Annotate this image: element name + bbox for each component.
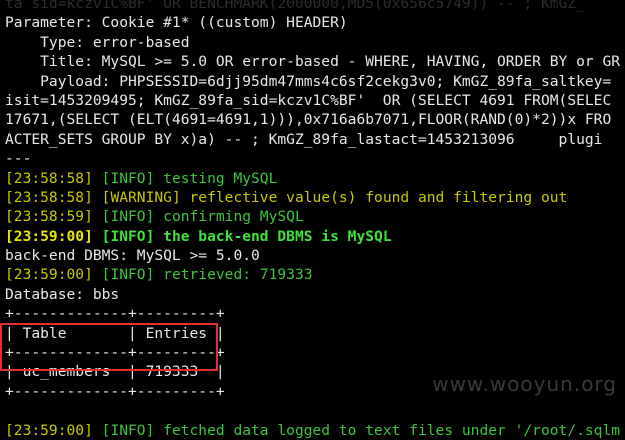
terminal-text-segment: isit=1453209495; KmGZ_89fa_sid=kczv1C%BF… xyxy=(5,91,612,109)
terminal-line: isit=1453209495; KmGZ_89fa_sid=kczv1C%BF… xyxy=(5,91,625,110)
terminal-text-segment: ACTER_SETS GROUP BY x)a) -- ; KmGZ_89fa_… xyxy=(5,130,603,148)
terminal-text-segment: Type: error-based xyxy=(5,33,190,51)
terminal-line: Payload: PHPSESSID=6djj95dm47mms4c6sf2ce… xyxy=(5,72,625,91)
terminal-line: [23:58:58] [INFO] testing MySQL xyxy=(5,169,625,188)
terminal-text-segment: [INFO] xyxy=(101,266,155,284)
terminal-text-segment: Title: MySQL >= 5.0 OR error-based - WHE… xyxy=(5,53,621,71)
terminal-text-segment: [WARNING] xyxy=(101,188,181,206)
terminal-text-segment: [23:59:00] xyxy=(5,421,102,439)
terminal-line: +-------------+---------+ xyxy=(5,304,625,323)
terminal-line: ta sid=kczv1C%BF' OR BENCHMARK(2000000,M… xyxy=(5,0,625,13)
terminal-text-segment: Database: bbs xyxy=(5,285,120,303)
terminal-line: [23:58:59] [INFO] confirming MySQL xyxy=(5,207,625,226)
result-highlight-box xyxy=(0,323,218,371)
terminal-text-segment: [INFO] the back-end DBMS is MySQL xyxy=(101,227,392,245)
terminal-line: 17671,(SELECT (ELT(4691=4691,1))),0x716a… xyxy=(5,110,625,129)
terminal-text-segment: [23:58:58] xyxy=(5,188,102,206)
terminal-line: Database: bbs xyxy=(5,285,625,304)
terminal-text-segment: [23:58:58] xyxy=(5,169,102,187)
terminal-line: Parameter: Cookie #1* ((custom) HEADER) xyxy=(5,13,625,32)
terminal-text-segment: [INFO] xyxy=(101,208,155,226)
terminal-text-segment: back-end DBMS: MySQL >= 5.0.0 xyxy=(5,247,260,265)
terminal-line: [23:59:00] [INFO] the back-end DBMS is M… xyxy=(5,227,625,246)
terminal-text-segment: Parameter: Cookie #1* ((custom) HEADER) xyxy=(5,14,348,32)
watermark: www.wooyun.org xyxy=(432,372,617,396)
terminal-text-segment: [INFO] xyxy=(101,421,155,439)
terminal-text-segment: [INFO] xyxy=(101,169,155,187)
terminal-text-segment: reflective value(s) found and filtering … xyxy=(180,188,568,206)
terminal-text-segment: retrieved: 719333 xyxy=(154,266,313,284)
terminal-text-segment: [23:59:00] xyxy=(5,227,102,245)
terminal-text-segment: +-------------+---------+ xyxy=(5,382,225,400)
terminal-line: [23:59:00] [INFO] fetched data logged to… xyxy=(5,421,625,440)
terminal-text-segment: testing MySQL xyxy=(154,169,278,187)
terminal-text-segment: --- xyxy=(5,150,32,168)
terminal-text-segment: [23:59:00] xyxy=(5,266,102,284)
terminal-text-segment: Payload: PHPSESSID=6djj95dm47mms4c6sf2ce… xyxy=(5,72,612,90)
terminal-line: [23:58:58] [WARNING] reflective value(s)… xyxy=(5,188,625,207)
terminal-text-segment: +-------------+---------+ xyxy=(5,305,225,323)
terminal-text-segment: fetched data logged to text files under … xyxy=(154,421,621,439)
terminal-text-segment: ta sid=kczv1C%BF' OR BENCHMARK(2000000,M… xyxy=(5,0,585,12)
terminal-line: ACTER_SETS GROUP BY x)a) -- ; KmGZ_89fa_… xyxy=(5,130,625,149)
terminal-line: Type: error-based xyxy=(5,33,625,52)
terminal-text-segment: 17671,(SELECT (ELT(4691=4691,1))),0x716a… xyxy=(5,111,612,129)
terminal-text-segment: [23:58:59] xyxy=(5,208,102,226)
terminal-line: --- xyxy=(5,149,625,168)
terminal-line: Title: MySQL >= 5.0 OR error-based - WHE… xyxy=(5,52,625,71)
terminal-line: [23:59:00] [INFO] retrieved: 719333 xyxy=(5,265,625,284)
terminal-text-segment: confirming MySQL xyxy=(154,208,304,226)
terminal-line: back-end DBMS: MySQL >= 5.0.0 xyxy=(5,246,625,265)
